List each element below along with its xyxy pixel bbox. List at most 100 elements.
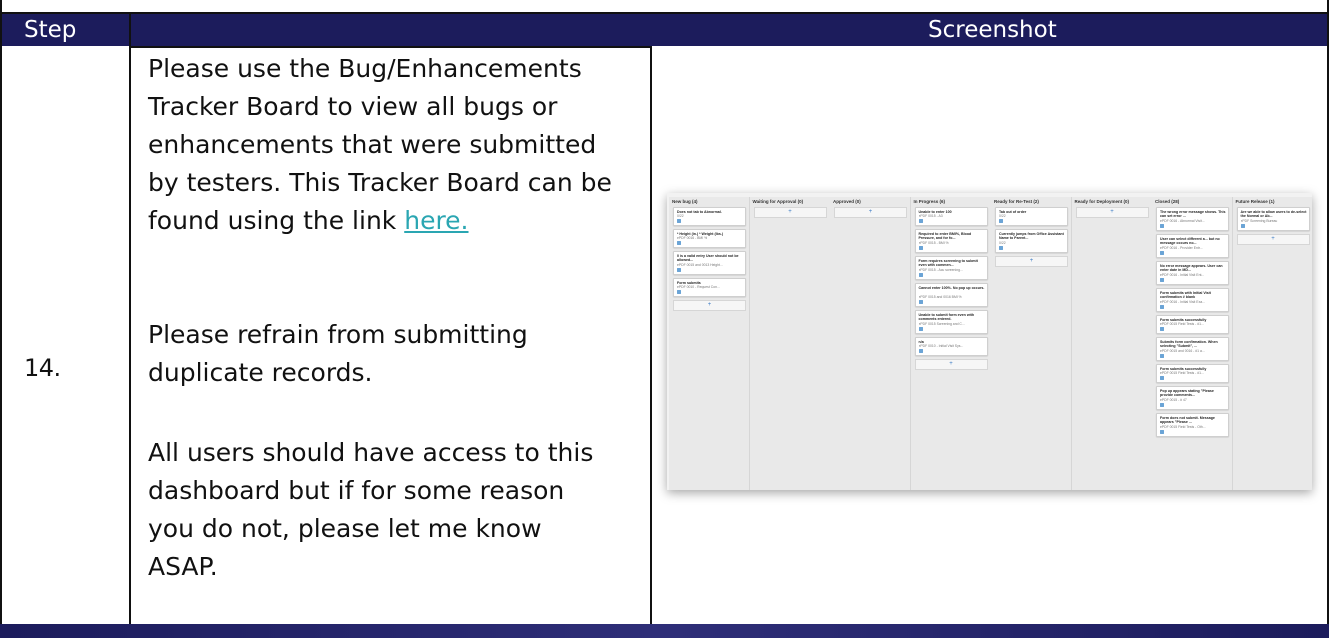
- add-card-button[interactable]: +: [995, 256, 1068, 267]
- board-card[interactable]: Unable to submit form even with comments…: [914, 310, 988, 334]
- table-left-border: [0, 0, 2, 624]
- board-card[interactable]: Form submits successfully ePDF 0015 Field…: [1156, 364, 1229, 383]
- board-card-title: The wrong error message shows. This can …: [1160, 210, 1226, 219]
- board-card[interactable]: Pop up appears stating "Please provide c…: [1156, 386, 1229, 410]
- board-card-title: Form does not submit. Message appears "P…: [1160, 416, 1215, 425]
- board-card-subtitle: ePDF 0015 Field Tests - #1...: [1160, 371, 1204, 375]
- board-card-subtitle: ePDF 0015 - Acu screening...: [918, 268, 963, 272]
- card-tag-icon: [918, 327, 923, 331]
- board-card[interactable]: User can select different a... but no me…: [1156, 234, 1229, 258]
- board-card-subtitle: ePDF 0010 - Request Con...: [677, 285, 720, 289]
- board-card[interactable]: Does not tab to Abnormal. 0/22: [673, 207, 746, 226]
- board-column-title: Ready for Re-Test (2): [994, 199, 1039, 204]
- board-card[interactable]: Form submits with Initial Visit confirma…: [1156, 288, 1229, 312]
- board-card[interactable]: Form submits ePDF 0010 - Request Con...: [673, 278, 746, 297]
- step-number: 14.: [24, 354, 61, 382]
- plus-icon: +: [788, 209, 792, 215]
- plus-icon: +: [949, 361, 953, 367]
- board-column-title: New bug (4): [672, 199, 698, 204]
- board-column-title: Future Release (1): [1235, 199, 1275, 204]
- board-column: New bug (4) Does not tab to Abnormal. 0/22…: [669, 197, 750, 490]
- board-card-title: User can select different a... but no me…: [1160, 237, 1220, 246]
- plus-icon: +: [868, 209, 873, 215]
- card-tag-icon: [918, 246, 923, 250]
- board-card[interactable]: Form requires screening to submit even w…: [914, 256, 988, 280]
- board-card-title: Are we able to allow users to de-select …: [1240, 210, 1307, 219]
- board-card[interactable]: Are we able to allow users to de-select …: [1236, 207, 1310, 231]
- board-card-subtitle: 0/22: [677, 214, 684, 218]
- board-card[interactable]: Form submits successfully ePDF 0015 Field…: [1156, 315, 1229, 334]
- board-card[interactable]: Tab out of order 0/22: [995, 207, 1068, 226]
- board-column: Closed (28) The wrong error message shows…: [1152, 197, 1233, 490]
- board-card-title: 0 is a valid entry User should not be al…: [677, 254, 739, 263]
- card-tag-icon: [1160, 305, 1164, 309]
- board-column: Waiting for Approval (0) +: [749, 197, 831, 490]
- footer-bar: [0, 624, 1329, 638]
- add-card-button[interactable]: +: [1075, 207, 1149, 218]
- board-card-subtitle: ePDF 0015 - A3: [918, 214, 943, 218]
- board-card-title: Currently jumps from Office Assistant Na…: [999, 232, 1064, 241]
- board-column-title: In Progress (6): [913, 199, 946, 204]
- card-tag-icon: [677, 241, 681, 245]
- card-tag-icon: [1160, 251, 1164, 255]
- board-card[interactable]: Cannot enter 100%. No pop up occurs. ePDF…: [914, 283, 988, 307]
- add-card-button[interactable]: +: [753, 207, 827, 218]
- add-card-button[interactable]: +: [1236, 234, 1310, 245]
- tracker-board-link[interactable]: here.: [404, 206, 468, 235]
- add-card-button[interactable]: +: [673, 300, 746, 311]
- header-bottom-border: [129, 46, 652, 48]
- board-card-title: Form requires screening to submit even w…: [918, 259, 978, 268]
- card-tag-icon: [1240, 224, 1245, 228]
- board-card[interactable]: 0 is a valid entry User should not be al…: [673, 251, 746, 275]
- card-tag-icon: [918, 219, 923, 223]
- board-card[interactable]: Submits form confirmation. When selectin…: [1156, 337, 1229, 361]
- board-card-title: Required to enter BMI%, Blood Pressure, …: [918, 232, 972, 241]
- board-card-subtitle: ePDF 0015 and 0013 Height...: [677, 263, 723, 267]
- card-tag-icon: [918, 273, 923, 277]
- plus-icon: +: [1110, 209, 1114, 215]
- card-tag-icon: [677, 219, 681, 223]
- card-tag-icon: [1160, 354, 1164, 358]
- board-card[interactable]: Unable to enter 100 ePDF 0015 - A3: [914, 207, 988, 226]
- card-tag-icon: [999, 246, 1003, 250]
- instruction-paragraph-3: All users should have access to this das…: [148, 438, 594, 581]
- card-tag-icon: [999, 219, 1003, 223]
- board-card-subtitle: ePDF 0016 - Abnormal Visit...: [1160, 219, 1205, 223]
- board-card[interactable]: The wrong error message shows. This can …: [1156, 207, 1229, 231]
- board-column: Ready for Deployment (0) +: [1071, 197, 1153, 490]
- card-tag-icon: [918, 349, 923, 353]
- tracker-board-screenshot: New bug (4) Does not tab to Abnormal. 0/22…: [667, 193, 1312, 490]
- board-card[interactable]: n/a ePDF 0010 - Initial Visit Sys...: [914, 337, 988, 356]
- step-column-divider: [129, 14, 131, 624]
- board-card-subtitle: ePDF 0010 - Initial Visit Sys...: [918, 344, 964, 348]
- instruction-paragraph-2: Please refrain from submitting duplicate…: [148, 320, 528, 387]
- board-column: In Progress (6) Unable to enter 100 ePDF 0…: [910, 197, 992, 490]
- card-tag-icon: [918, 300, 923, 304]
- card-tag-icon: [1160, 278, 1164, 282]
- board-column: Future Release (1) Are we able to allow u…: [1232, 197, 1312, 490]
- board-card[interactable]: Form does not submit. Message appears "P…: [1156, 413, 1229, 437]
- card-tag-icon: [1160, 430, 1164, 434]
- board-card-subtitle: ePDF 0015 - BMI %: [918, 241, 949, 245]
- board-card-subtitle: ePDF 0016 - Initial Visit Ent...: [1160, 273, 1205, 277]
- card-tag-icon: [1160, 224, 1164, 228]
- board-card-subtitle: ePDF 0016 - Initial Visit Exa...: [1160, 300, 1205, 304]
- document-page: Step Screenshot 14. Please use the Bug/E…: [0, 0, 1329, 638]
- instruction-text-1: Please use the Bug/Enhancements Tracker …: [148, 54, 612, 235]
- card-tag-icon: [677, 290, 681, 294]
- add-card-button[interactable]: +: [914, 359, 988, 370]
- board-card-subtitle: ePDF 0015 Field Tests - Oth...: [1160, 425, 1206, 429]
- board-card[interactable]: * Height (in.) * Weight (lbs.) ePDF 0016 …: [673, 229, 746, 248]
- board-column: Approved (0) +: [830, 197, 911, 490]
- board-card[interactable]: Currently jumps from Office Assistant Na…: [995, 229, 1068, 253]
- plus-icon: +: [707, 302, 712, 308]
- board-column: Ready for Re-Test (2) Tab out of order 0/2…: [991, 197, 1072, 490]
- plus-icon: +: [1029, 258, 1034, 264]
- add-card-button[interactable]: +: [834, 207, 907, 218]
- board-card[interactable]: Required to enter BMI%, Blood Pressure, …: [914, 229, 988, 253]
- board-card[interactable]: No error message appears. User can enter…: [1156, 261, 1229, 285]
- card-tag-icon: [1160, 403, 1164, 407]
- table-top-border: [0, 12, 1329, 14]
- board-card-title: Unable to submit form even with comments…: [918, 313, 975, 322]
- board-column-title: Ready for Deployment (0): [1074, 199, 1130, 204]
